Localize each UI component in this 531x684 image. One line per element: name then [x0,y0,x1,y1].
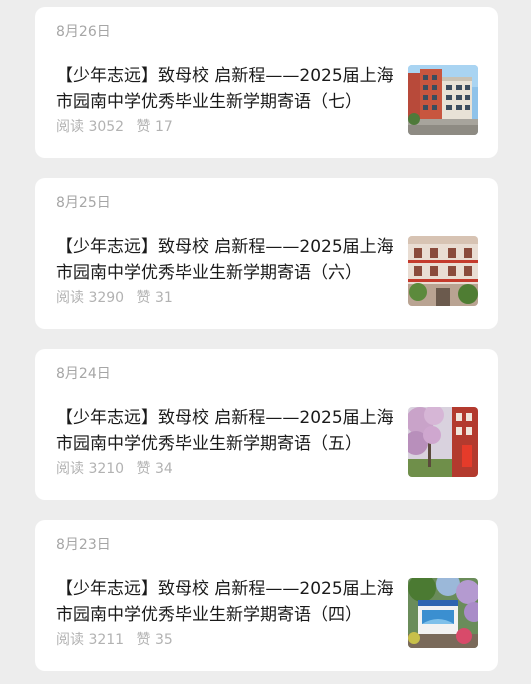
like-count: 赞 31 [136,290,173,306]
article-stats: 阅读 3211 赞 35 [56,631,173,649]
campus-sign-photo-icon [408,578,478,648]
article-card[interactable]: 8月24日 【少年志远】致母校 启新程——2025届上海市园南中学优秀毕业生新学… [35,349,498,500]
article-title[interactable]: 【少年志远】致母校 启新程——2025届上海市园南中学优秀毕业生新学期寄语（四） [56,576,396,628]
article-thumbnail[interactable] [408,407,478,477]
read-count: 阅读 3210 [56,461,125,477]
article-thumbnail[interactable] [408,236,478,306]
read-count: 阅读 3290 [56,290,125,306]
article-card[interactable]: 8月26日 【少年志远】致母校 启新程——2025届上海市园南中学优秀毕业生新学… [35,7,498,158]
read-count: 阅读 3211 [56,632,125,648]
article-date: 8月24日 [56,366,111,382]
article-stats: 阅读 3052 赞 17 [56,118,173,136]
read-count: 阅读 3052 [56,119,125,135]
like-count: 赞 34 [136,461,173,477]
article-date: 8月23日 [56,537,111,553]
school-building-photo-icon [408,65,478,135]
article-title[interactable]: 【少年志远】致母校 启新程——2025届上海市园南中学优秀毕业生新学期寄语（六） [56,234,396,286]
article-title[interactable]: 【少年志远】致母校 启新程——2025届上海市园南中学优秀毕业生新学期寄语（五） [56,405,396,457]
article-thumbnail[interactable] [408,65,478,135]
campus-trees-photo-icon [408,407,478,477]
article-date: 8月26日 [56,24,111,40]
like-count: 赞 17 [136,119,173,135]
article-card[interactable]: 8月23日 【少年志远】致母校 启新程——2025届上海市园南中学优秀毕业生新学… [35,520,498,671]
article-title[interactable]: 【少年志远】致母校 启新程——2025届上海市园南中学优秀毕业生新学期寄语（七） [56,63,396,115]
article-stats: 阅读 3210 赞 34 [56,460,173,478]
article-feed: 8月26日 【少年志远】致母校 启新程——2025届上海市园南中学优秀毕业生新学… [0,0,531,684]
article-thumbnail[interactable] [408,578,478,648]
article-date: 8月25日 [56,195,111,211]
like-count: 赞 35 [136,632,173,648]
article-card[interactable]: 8月25日 【少年志远】致母校 启新程——2025届上海市园南中学优秀毕业生新学… [35,178,498,329]
building-facade-photo-icon [408,236,478,306]
article-stats: 阅读 3290 赞 31 [56,289,173,307]
